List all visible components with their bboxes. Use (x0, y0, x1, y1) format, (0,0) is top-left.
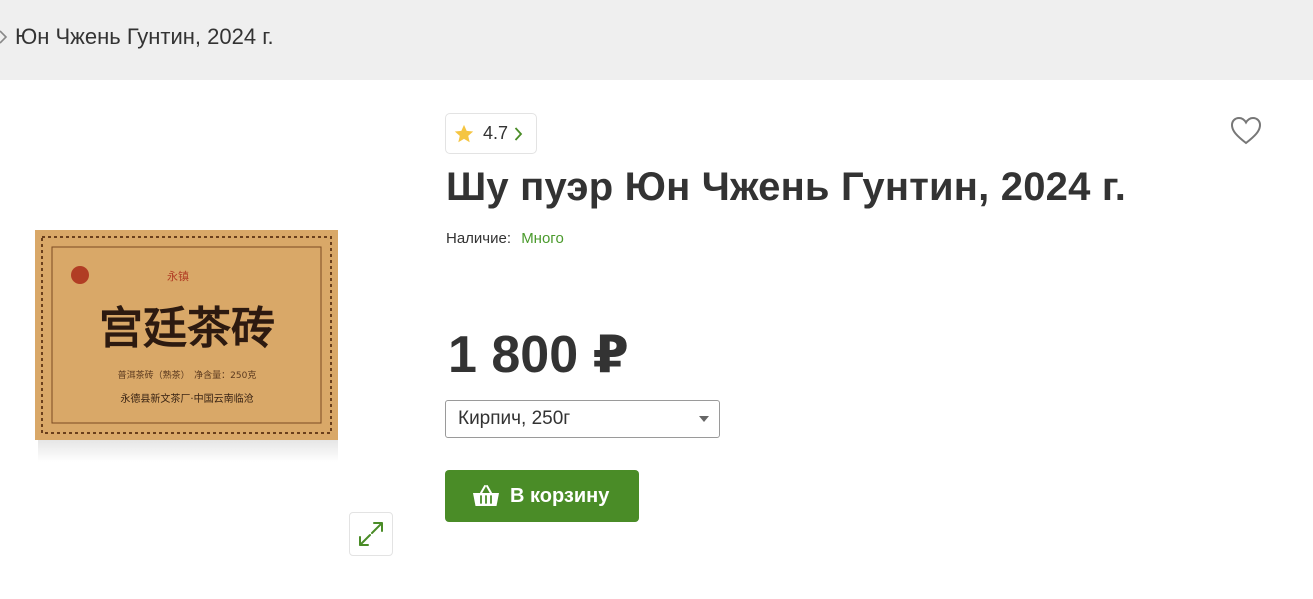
availability-value: Много (521, 230, 564, 247)
image-sub-text-2: 永德县新文茶厂·中国云南临沧 (120, 392, 253, 405)
variant-select-value: Кирпич, 250г (458, 408, 571, 429)
chevron-right-icon (514, 126, 523, 141)
rating-badge[interactable]: 4.7 (445, 113, 537, 154)
availability-label: Наличие: (446, 230, 512, 247)
add-to-cart-button[interactable]: В корзину (445, 470, 639, 522)
dropdown-arrow-icon (699, 416, 709, 422)
image-sub-text-1: 普洱茶砖（熟茶） 净含量：250克 (118, 369, 257, 381)
breadcrumb-current: Юн Чжень Гунтин, 2024 г. (15, 24, 274, 49)
availability: Наличие: Много (446, 230, 564, 247)
zoom-image-button[interactable] (349, 512, 393, 556)
brand-text: 永镇 (167, 269, 189, 283)
heart-icon[interactable] (1229, 115, 1263, 147)
image-main-text: 宫廷茶砖 (99, 303, 275, 354)
rating-value: 4.7 (483, 123, 509, 143)
variant-select[interactable]: Кирпич, 250г (445, 400, 720, 438)
star-icon (454, 124, 474, 142)
expand-icon (359, 522, 383, 546)
breadcrumb: Юн Чжень Гунтин, 2024 г. (0, 0, 1313, 80)
basket-icon (473, 485, 499, 506)
add-to-cart-label: В корзину (510, 484, 610, 507)
product-image[interactable]: 永镇 宫廷茶砖 普洱茶砖（熟茶） 净含量：250克 永德县新文茶厂·中国云南临沧 (30, 225, 345, 470)
product-title: Шу пуэр Юн Чжень Гунтин, 2024 г. (446, 165, 1127, 209)
chevron-right-icon (0, 30, 8, 44)
product-price: 1 800 ₽ (448, 326, 629, 384)
